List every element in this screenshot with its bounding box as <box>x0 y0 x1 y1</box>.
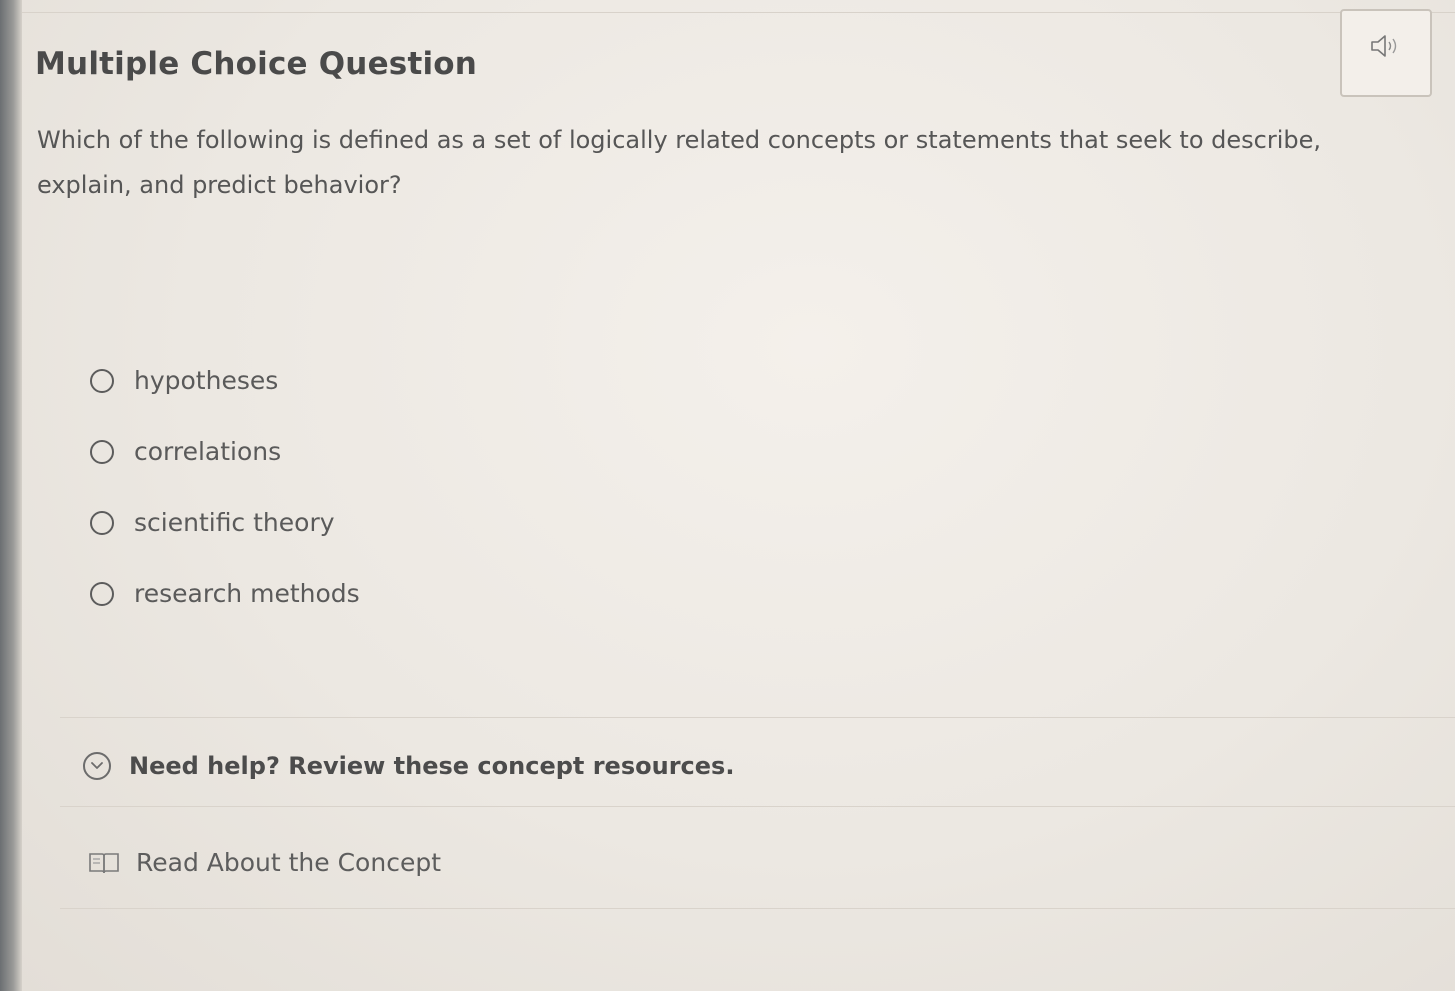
option-label: research methods <box>134 579 360 608</box>
option-label: scientific theory <box>134 508 335 537</box>
help-label: Need help? Review these concept resource… <box>129 752 735 780</box>
option-label: correlations <box>134 437 282 466</box>
question-heading: Multiple Choice Question <box>35 46 478 82</box>
book-icon <box>89 852 119 873</box>
answer-option[interactable]: hypotheses <box>90 345 360 416</box>
option-label: hypotheses <box>134 366 279 395</box>
speaker-icon <box>1371 35 1397 57</box>
help-top-divider <box>60 717 1455 718</box>
top-divider <box>22 12 1455 13</box>
help-bottom-divider <box>60 806 1455 807</box>
radio-button[interactable] <box>90 581 114 606</box>
answer-option[interactable]: scientific theory <box>90 487 360 558</box>
read-about-concept-link[interactable]: Read About the Concept <box>88 848 441 877</box>
radio-button[interactable] <box>90 439 114 464</box>
answer-option[interactable]: research methods <box>90 558 360 629</box>
chevron-down-circle-icon <box>83 752 111 780</box>
question-text: Which of the following is defined as a s… <box>37 126 1322 199</box>
audio-button[interactable] <box>1340 9 1432 97</box>
radio-button[interactable] <box>90 368 114 393</box>
resources-bottom-divider <box>60 908 1455 909</box>
help-toggle[interactable]: Need help? Review these concept resource… <box>83 752 734 780</box>
answer-option[interactable]: correlations <box>90 416 360 487</box>
radio-button[interactable] <box>90 510 114 535</box>
read-about-concept-label: Read About the Concept <box>136 848 441 877</box>
answer-options: hypotheses correlations scientific theor… <box>90 345 360 629</box>
left-edge-strip <box>0 0 22 991</box>
